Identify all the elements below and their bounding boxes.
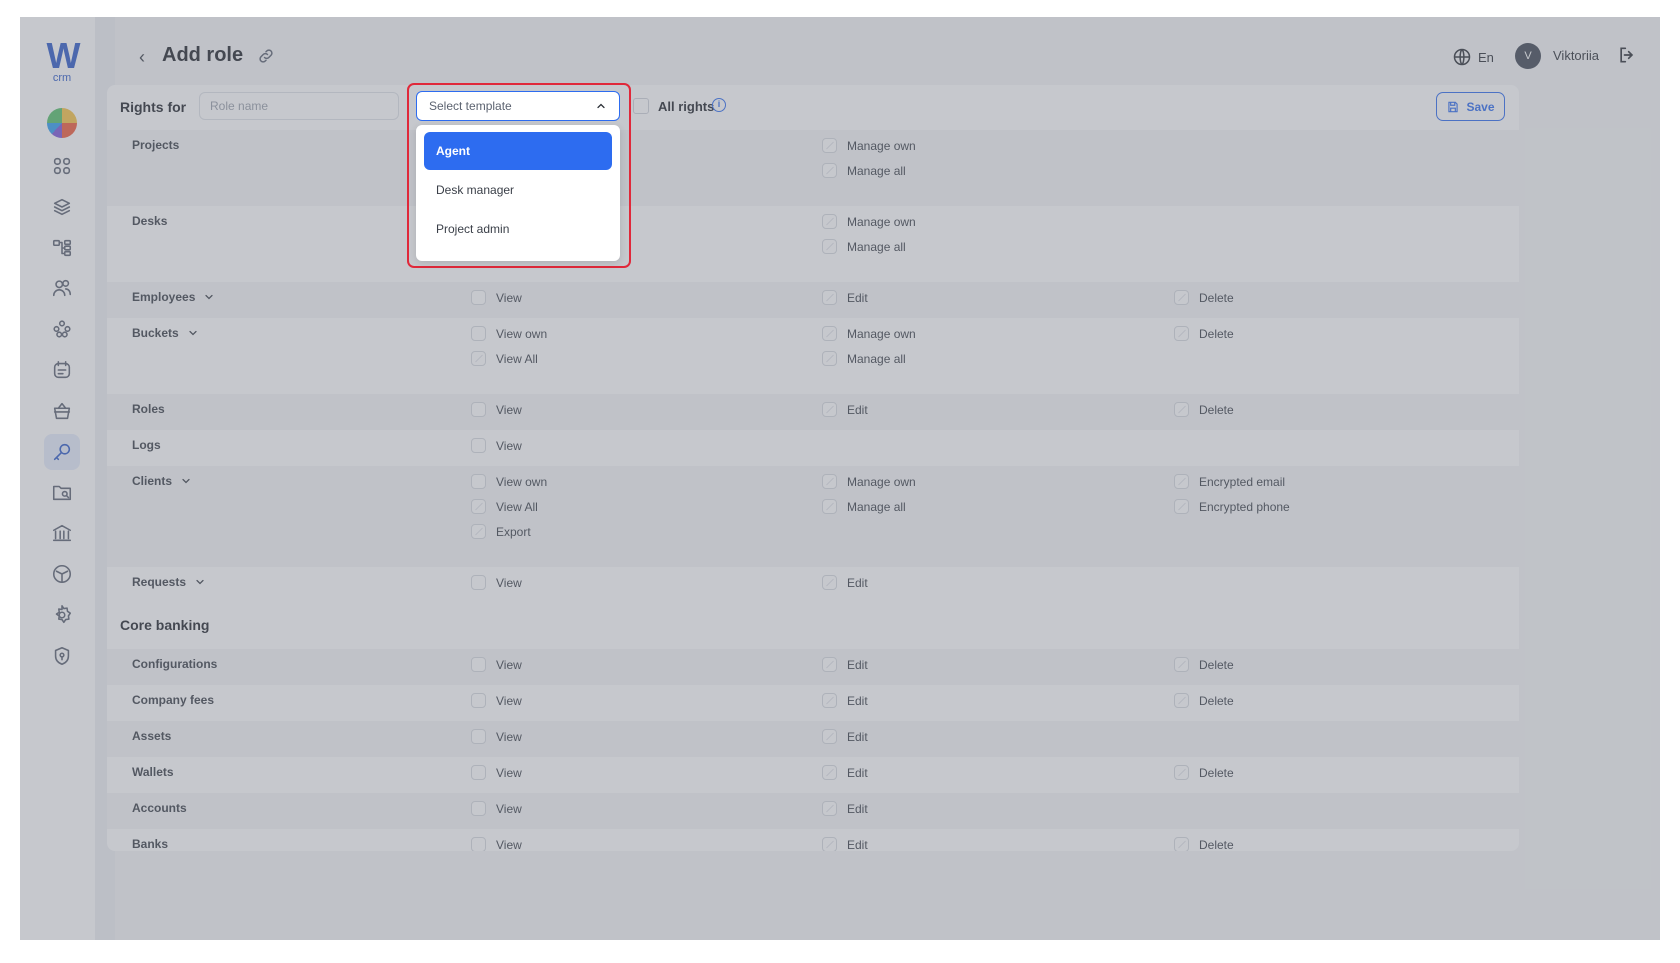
template-option-desk-manager[interactable]: Desk manager — [424, 171, 612, 209]
template-options-menu: Agent Desk manager Project admin — [416, 125, 620, 261]
template-select-placeholder: Select template — [429, 99, 512, 113]
template-option-agent[interactable]: Agent — [424, 132, 612, 170]
app-frame: W crm ‹ Add role En V Viktoriia Rights f… — [20, 17, 1660, 940]
template-select[interactable]: Select template — [416, 91, 620, 121]
template-option-project-admin[interactable]: Project admin — [424, 210, 612, 248]
chevron-up-icon — [597, 103, 605, 109]
modal-backdrop[interactable] — [20, 17, 1660, 940]
page-footer-space — [0, 940, 1680, 963]
